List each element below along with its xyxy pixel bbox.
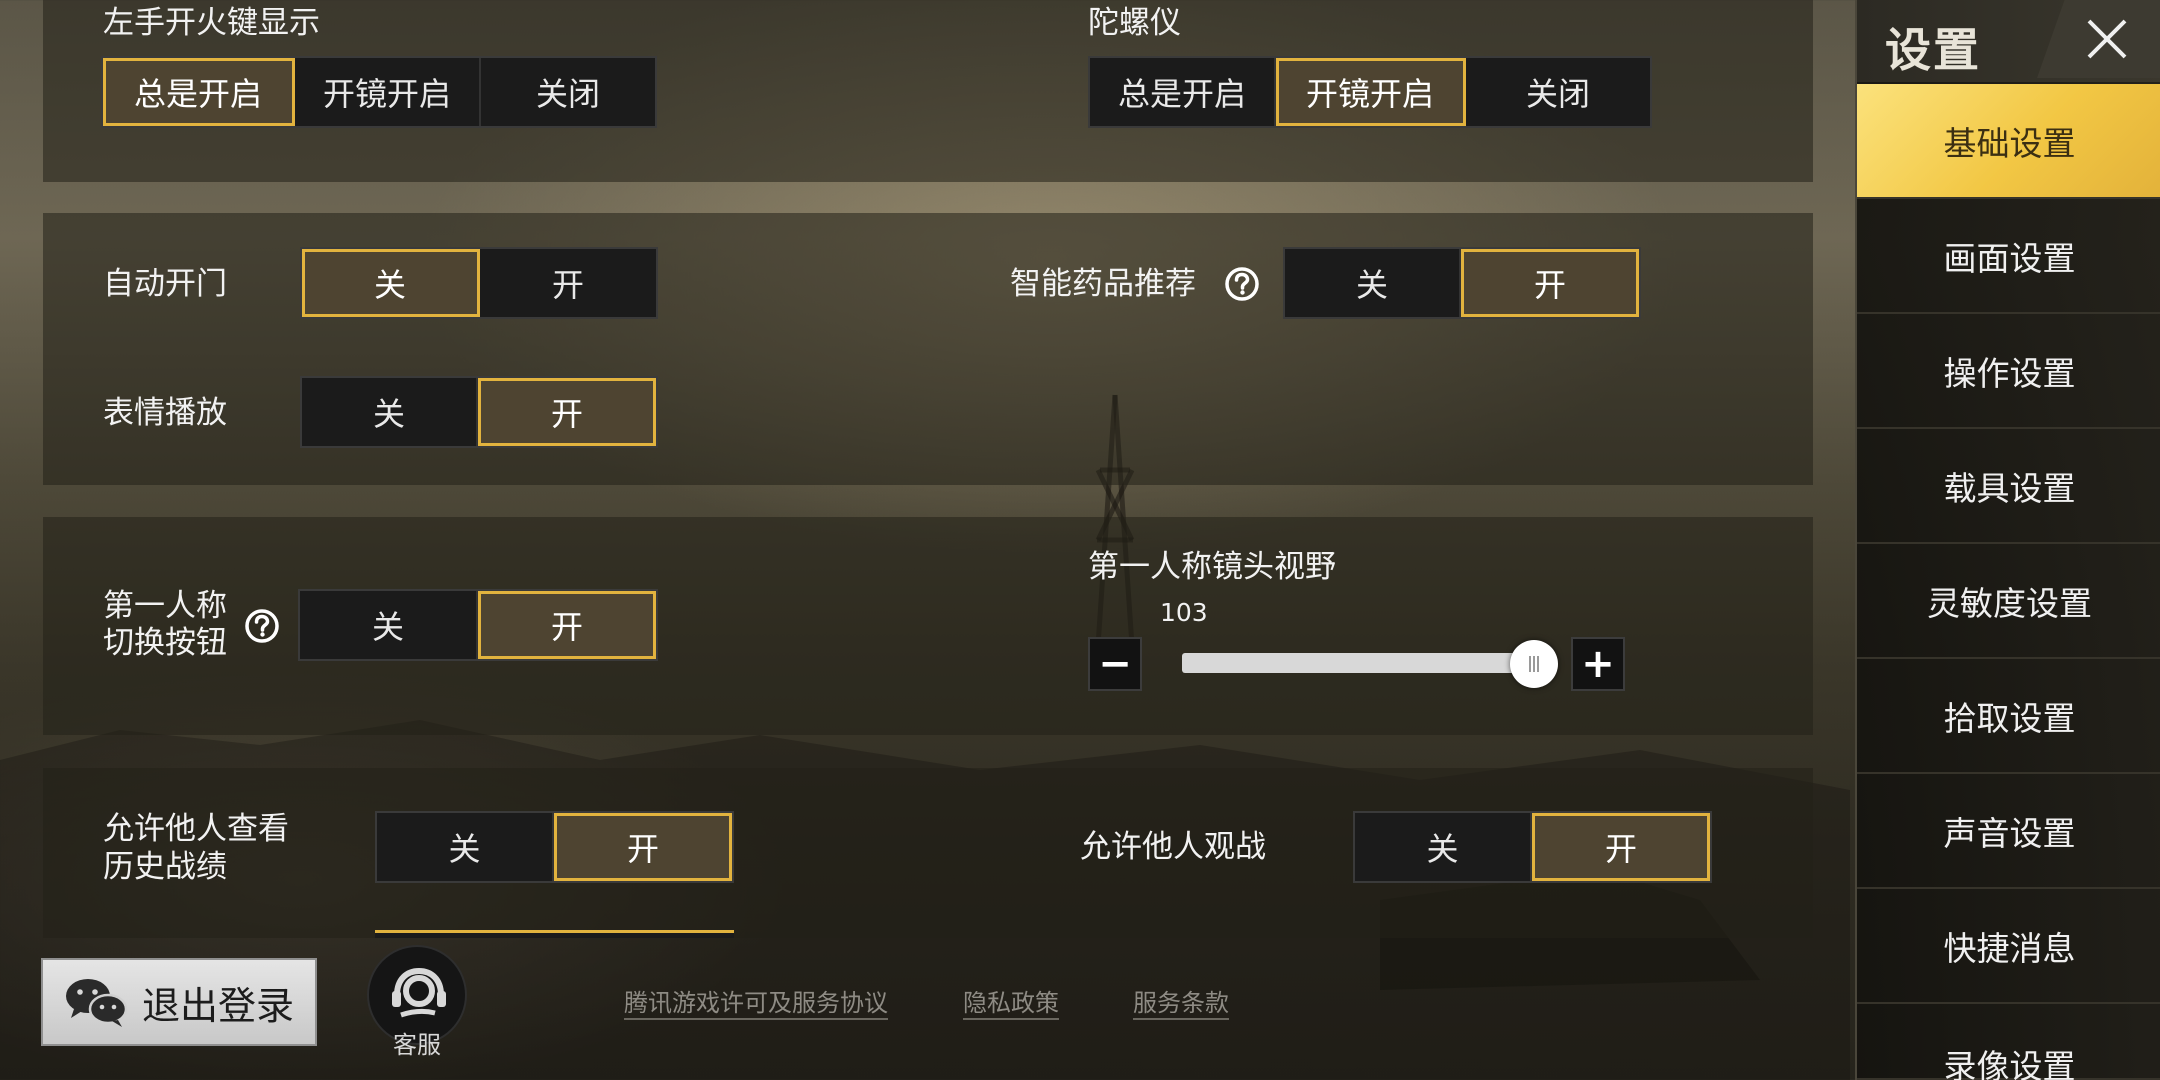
close-icon	[2087, 19, 2126, 59]
sidebar-item-graphics[interactable]: 画面设置	[1857, 199, 2160, 314]
view-history-option-off[interactable]: 关	[377, 813, 554, 881]
fire-button-option-always[interactable]: 总是开启	[103, 58, 295, 126]
license-agreement-link[interactable]: 腾讯游戏许可及服务协议	[624, 988, 888, 1020]
help-icon[interactable]	[1224, 266, 1260, 302]
sidebar-item-vehicle[interactable]: 载具设置	[1857, 429, 2160, 544]
fire-button-option-off[interactable]: 关闭	[481, 58, 655, 126]
smart-medicine-label: 智能药品推荐	[1010, 266, 1196, 302]
wechat-icon	[65, 979, 128, 1027]
settings-sidebar: 设置 基础设置 画面设置 操作设置 载具设置 灵敏度设置 拾取设置 声音设置 快…	[1855, 0, 2160, 1080]
gyroscope-option-scope[interactable]: 开镜开启	[1276, 58, 1466, 126]
sidebar-header: 设置	[1857, 0, 2160, 82]
privacy-policy-link[interactable]: 隐私政策	[963, 988, 1059, 1020]
fpp-fov-label: 第一人称镜头视野	[1088, 549, 1336, 585]
auto-door-label: 自动开门	[103, 266, 227, 302]
sidebar-item-pickup[interactable]: 拾取设置	[1857, 659, 2160, 774]
view-history-label-line1: 允许他人查看	[103, 811, 289, 847]
spectate-toggle: 关 开	[1353, 811, 1712, 883]
fpp-fov-value: 103	[1160, 598, 1208, 627]
fire-button-option-scope[interactable]: 开镜开启	[295, 58, 481, 126]
sidebar-item-replay[interactable]: 录像设置	[1857, 1004, 2160, 1080]
gyroscope-segmented-control: 总是开启 开镜开启 关闭	[1088, 56, 1652, 128]
sidebar-item-sensitivity[interactable]: 灵敏度设置	[1857, 544, 2160, 659]
sidebar-item-audio[interactable]: 声音设置	[1857, 774, 2160, 889]
sidebar-item-quick-messages[interactable]: 快捷消息	[1857, 889, 2160, 1004]
fov-increase-button[interactable]: +	[1571, 637, 1625, 691]
fpp-switch-option-off[interactable]: 关	[300, 591, 478, 659]
fpp-switch-label-line1: 第一人称	[103, 588, 227, 624]
fov-slider-thumb[interactable]	[1510, 640, 1558, 688]
view-history-toggle: 关 开	[375, 811, 734, 883]
emote-play-option-off[interactable]: 关	[302, 378, 478, 446]
sidebar-item-basic[interactable]: 基础设置	[1857, 84, 2160, 199]
logout-label: 退出登录	[141, 983, 294, 1028]
fire-button-label: 左手开火键显示	[103, 5, 320, 41]
settings-title: 设置	[1885, 23, 1981, 77]
sidebar-item-controls[interactable]: 操作设置	[1857, 314, 2160, 429]
emote-play-toggle: 关 开	[300, 376, 658, 448]
next-row-toggle-partial	[375, 930, 734, 938]
gyroscope-label: 陀螺仪	[1088, 5, 1181, 41]
smart-medicine-option-off[interactable]: 关	[1285, 249, 1461, 317]
emote-play-label: 表情播放	[103, 395, 227, 431]
spectate-label: 允许他人观战	[1080, 829, 1266, 865]
gyroscope-option-always[interactable]: 总是开启	[1090, 58, 1276, 126]
auto-door-toggle: 关 开	[300, 247, 658, 319]
spectate-option-off[interactable]: 关	[1355, 813, 1532, 881]
fov-decrease-button[interactable]: −	[1088, 637, 1142, 691]
customer-service-label: 客服	[393, 1031, 441, 1059]
emote-play-option-on[interactable]: 开	[478, 378, 656, 446]
help-icon[interactable]	[244, 608, 280, 644]
view-history-label-line2: 历史战绩	[103, 849, 227, 885]
auto-door-option-off[interactable]: 关	[302, 249, 480, 317]
logout-button[interactable]: 退出登录	[41, 958, 317, 1046]
auto-door-option-on[interactable]: 开	[480, 249, 656, 317]
fpp-switch-toggle: 关 开	[298, 589, 658, 661]
gyroscope-option-off[interactable]: 关闭	[1466, 58, 1650, 126]
grip-icon	[1529, 656, 1539, 672]
close-button[interactable]	[2037, 0, 2160, 78]
fov-slider-track[interactable]	[1182, 653, 1532, 673]
view-history-option-on[interactable]: 开	[554, 813, 732, 881]
terms-of-service-link[interactable]: 服务条款	[1133, 988, 1229, 1020]
fpp-switch-label-line2: 切换按钮	[103, 625, 227, 661]
fpp-switch-option-on[interactable]: 开	[478, 591, 656, 659]
smart-medicine-option-on[interactable]: 开	[1461, 249, 1639, 317]
fire-button-segmented-control: 总是开启 开镜开启 关闭	[101, 56, 657, 128]
spectate-option-on[interactable]: 开	[1532, 813, 1710, 881]
smart-medicine-toggle: 关 开	[1283, 247, 1641, 319]
